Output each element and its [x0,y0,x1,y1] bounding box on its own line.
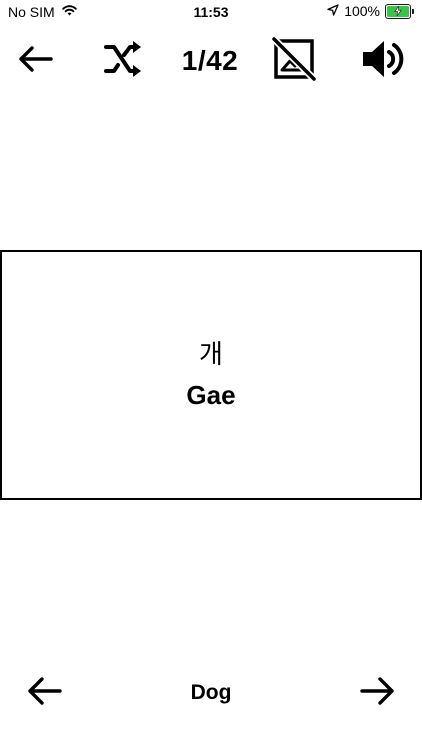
shuffle-icon [102,40,144,83]
card-counter: 1/42 [181,45,239,76]
battery-charging-icon [385,3,414,19]
korean-word: 개 [199,340,223,370]
romanization: Gae [186,380,236,410]
shuffle-button[interactable] [98,36,148,86]
previous-card-button[interactable] [20,668,68,718]
speaker-volume-icon [360,37,408,86]
next-card-button[interactable] [354,668,402,718]
toolbar: 1/42 [0,36,422,86]
sound-button[interactable] [356,36,412,86]
arrow-left-icon [25,675,63,712]
bottom-nav: Dog [0,668,422,718]
arrow-left-icon [16,44,54,79]
flashcard[interactable]: 개 Gae [0,250,422,500]
status-right: 100% [327,3,414,19]
arrow-right-icon [359,675,397,712]
image-off-icon [271,36,317,87]
battery-percent: 100% [344,3,380,19]
english-word: Dog [190,681,232,704]
location-arrow-icon [327,3,339,19]
back-button[interactable] [12,36,58,86]
image-toggle-button[interactable] [268,36,320,86]
status-bar: No SIM 11:53 100% [0,0,422,24]
